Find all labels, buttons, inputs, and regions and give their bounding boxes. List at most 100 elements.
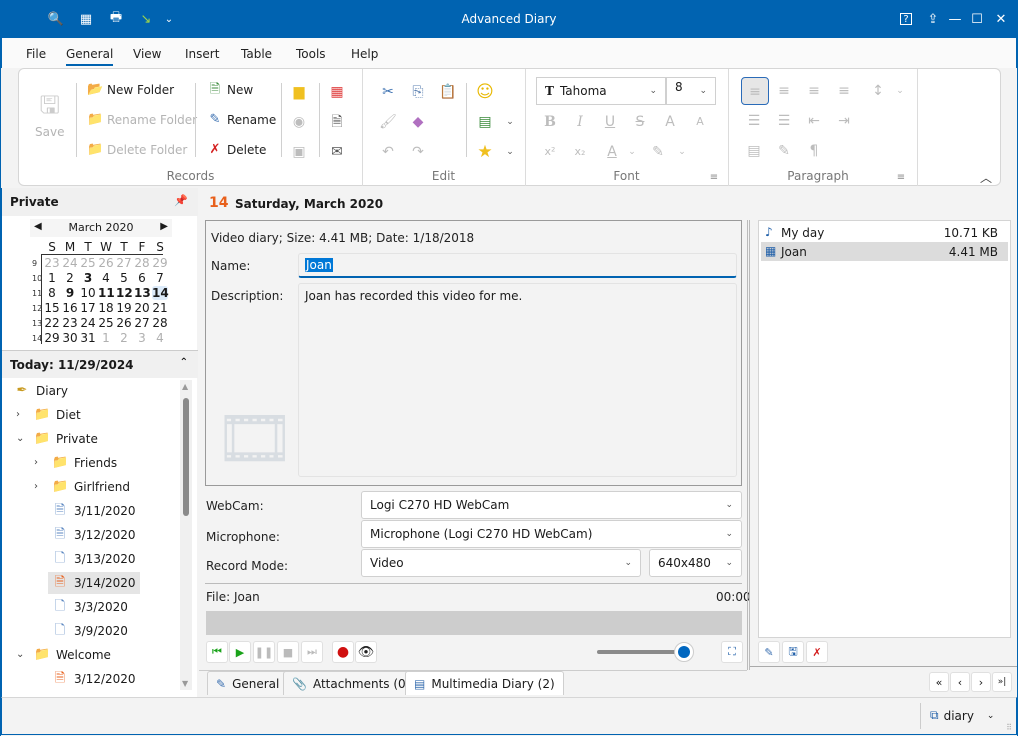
tree-item[interactable]: 📁 Diet — [30, 404, 85, 426]
pilcrow-icon[interactable]: ¶ — [805, 142, 823, 160]
tree-item[interactable]: 🗎 3/12/2020 — [48, 524, 140, 546]
undo-icon[interactable]: ↶ — [379, 143, 397, 161]
calendar-day[interactable]: 28 — [134, 256, 150, 270]
categories-icon[interactable]: ▦ — [328, 83, 346, 101]
calendar-day[interactable]: 2 — [62, 271, 78, 285]
expand-toggle-icon[interactable]: › — [34, 457, 38, 468]
copy-icon[interactable]: ⎘ — [409, 83, 427, 101]
next-month-icon[interactable]: ▶ — [160, 221, 168, 232]
font-color-dropdown-icon[interactable]: ⌄ — [623, 143, 641, 161]
align-right-icon[interactable]: ≡ — [805, 82, 823, 100]
calendar-day[interactable]: 12 — [116, 286, 133, 300]
media-file-row[interactable]: ▦ Joan 4.41 MB — [761, 242, 1008, 261]
calendar-day[interactable]: 4 — [152, 331, 168, 345]
close-preview-icon[interactable]: ▣ — [290, 143, 308, 161]
calendar-day[interactable]: 27 — [116, 256, 132, 270]
menu-tools[interactable]: Tools — [296, 47, 326, 61]
volume-slider-thumb[interactable] — [673, 642, 694, 662]
calendar-day[interactable]: 31 — [80, 331, 96, 345]
superscript-icon[interactable]: x² — [541, 143, 559, 161]
expand-toggle-icon[interactable]: ⌄ — [16, 433, 24, 444]
first-record-button[interactable]: « — [929, 672, 949, 692]
calendar-day[interactable]: 3 — [134, 331, 150, 345]
calendar-day[interactable]: 30 — [62, 331, 78, 345]
media-file-row[interactable]: ♪ My day 10.71 KB — [761, 223, 1008, 242]
tree-item[interactable]: 📁 Private — [30, 428, 102, 450]
seek-bar[interactable] — [206, 611, 742, 635]
rename-record-button[interactable]: ✎ Rename — [207, 112, 277, 128]
line-spacing-dropdown-icon[interactable]: ⌄ — [891, 82, 909, 100]
next-record-button[interactable]: › — [971, 672, 991, 692]
align-center-icon[interactable]: ≡ — [775, 82, 793, 100]
calendar-day[interactable]: 18 — [98, 301, 114, 315]
expand-toggle-icon[interactable]: ⌄ — [16, 649, 24, 660]
close-button[interactable]: ✕ — [990, 8, 1012, 30]
calendar-day[interactable]: 7 — [152, 271, 168, 285]
tree-item[interactable]: 📁 Welcome — [30, 644, 115, 666]
calendar-day[interactable]: 15 — [44, 301, 60, 315]
calendar-day[interactable]: 23 — [44, 256, 60, 270]
preview-eye-button[interactable]: 👁 — [355, 641, 377, 663]
fullscreen-button[interactable]: ⛶ — [721, 641, 743, 663]
collapse-icon[interactable]: ⌃ — [180, 357, 188, 368]
paragraph-border-icon[interactable]: ▤ — [745, 142, 763, 160]
email-icon[interactable]: ✉ — [328, 143, 346, 161]
calendar-day[interactable]: 16 — [62, 301, 78, 315]
splitter[interactable] — [747, 220, 750, 670]
skip-end-button[interactable]: ⏭ — [301, 641, 323, 663]
menu-general[interactable]: General — [66, 47, 114, 66]
calendar-day[interactable]: 17 — [80, 301, 96, 315]
microphone-select[interactable]: Microphone (Logi C270 HD WebCam) ⌄ — [361, 520, 742, 548]
shrink-font-icon[interactable]: A — [691, 113, 709, 131]
calendar-day[interactable]: 25 — [80, 256, 96, 270]
delete-folder-button[interactable]: 📁 Delete Folder — [87, 142, 187, 158]
save-button[interactable]: 🖫 Save — [35, 91, 64, 139]
star-icon[interactable]: ★ — [476, 143, 494, 161]
subscript-icon[interactable]: x₂ — [571, 143, 589, 161]
calendar-day[interactable]: 5 — [116, 271, 132, 285]
font-dialog-launcher-icon[interactable]: ≡ — [705, 169, 723, 187]
rename-folder-button[interactable]: 📁 Rename Folder — [87, 112, 197, 128]
calendar-day[interactable]: 1 — [44, 271, 60, 285]
grow-font-icon[interactable]: A — [661, 113, 679, 131]
calendar-day[interactable]: 6 — [134, 271, 150, 285]
decrease-indent-icon[interactable]: ⇤ — [805, 112, 823, 130]
tree-item[interactable]: 🗎 3/11/2020 — [48, 500, 140, 522]
calendar-day[interactable]: 26 — [98, 256, 114, 270]
calendar-day[interactable]: 29 — [44, 331, 60, 345]
calendar-day[interactable]: 13 — [134, 286, 151, 300]
spellcheck-dropdown-icon[interactable]: ⌄ — [501, 113, 519, 131]
tree-item[interactable]: 🗋 3/9/2020 — [48, 620, 132, 642]
tree-item[interactable]: 🗋 3/13/2020 — [48, 548, 140, 570]
emoji-icon[interactable]: ☺ — [476, 83, 494, 101]
skip-start-button[interactable]: ⏮ — [206, 641, 228, 663]
font-size-select[interactable]: 8 ⌄ — [666, 77, 716, 105]
edit-style-icon[interactable]: ✎ — [775, 142, 793, 160]
calendar-day[interactable]: 29 — [152, 256, 168, 270]
clear-format-icon[interactable]: ◆ — [409, 113, 427, 131]
line-spacing-icon[interactable]: ↕ — [869, 82, 887, 100]
record-mode-select[interactable]: Video ⌄ — [361, 549, 641, 577]
tree-scrollbar[interactable]: ▲ ▼ — [180, 380, 192, 690]
paste-icon[interactable]: 📋 — [439, 83, 457, 101]
tree-item[interactable]: 📁 Friends — [48, 452, 121, 474]
restore-ribbon-icon[interactable]: ⇪ — [922, 8, 944, 30]
filter-icon[interactable]: 🗎 — [328, 113, 346, 131]
name-input[interactable]: Joan — [298, 253, 737, 278]
bullets-icon[interactable]: ☰ — [745, 112, 763, 130]
calendar-day[interactable]: 22 — [44, 316, 60, 330]
calendar-day[interactable]: 2 — [116, 331, 132, 345]
font-family-select[interactable]: T Tahoma ⌄ — [536, 77, 666, 105]
italic-icon[interactable]: I — [571, 113, 589, 131]
maximize-button[interactable]: ☐ — [966, 8, 988, 30]
cut-icon[interactable]: ✂ — [379, 83, 397, 101]
calendar-day[interactable]: 19 — [116, 301, 132, 315]
tab-general[interactable]: ✎ General — [207, 671, 289, 695]
delete-record-button[interactable]: ✗ Delete — [207, 142, 267, 158]
description-input[interactable]: Joan has recorded this video for me. — [298, 283, 737, 477]
align-left-icon[interactable]: ≡ — [741, 77, 769, 105]
calendar-day[interactable]: 24 — [62, 256, 78, 270]
stop-button[interactable]: ■ — [277, 641, 299, 663]
underline-icon[interactable]: U — [601, 113, 619, 131]
calendar-day[interactable]: 4 — [98, 271, 114, 285]
